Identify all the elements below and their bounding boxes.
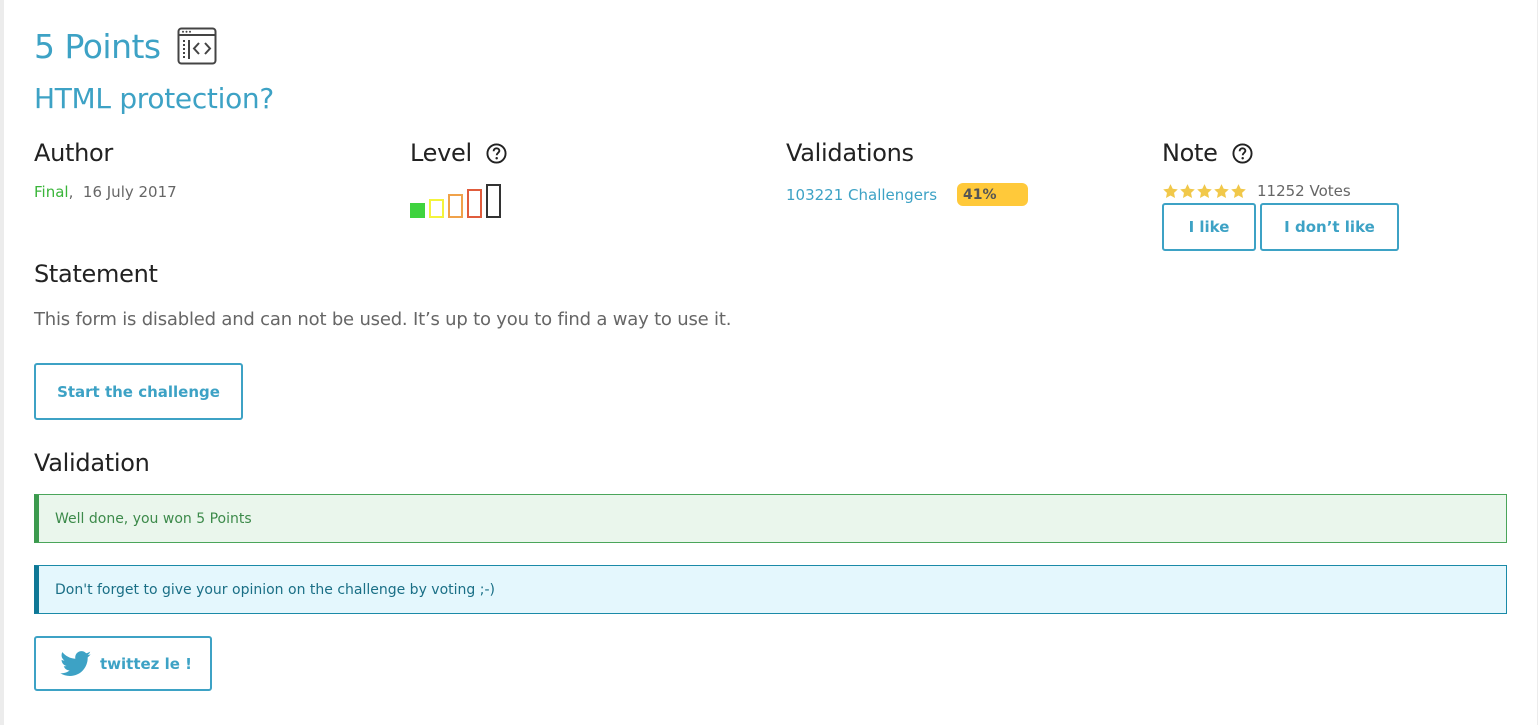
challenge-name[interactable]: HTML protection? <box>34 82 274 115</box>
publication-date: 16 July 2017 <box>82 183 177 201</box>
author-heading: Author <box>34 139 114 167</box>
star-icon <box>1163 183 1178 198</box>
level-bar-1 <box>410 203 425 218</box>
validation-heading: Validation <box>34 449 150 477</box>
level-bar-2 <box>429 199 444 218</box>
note-block: Note 11252 Votes I like I don’t like <box>1162 136 1399 251</box>
star-icon <box>1197 183 1212 198</box>
validations-block: Validations 103221 Challengers 41% <box>786 136 1029 206</box>
level-bar-4 <box>467 189 482 218</box>
question-circle-icon[interactable] <box>1232 142 1253 164</box>
success-alert: Well done, you won 5 Points <box>34 494 1507 543</box>
author-separator: , <box>68 183 74 201</box>
start-challenge-button[interactable]: Start the challenge <box>34 363 243 420</box>
challengers-link[interactable]: 103221 Challengers <box>786 186 937 204</box>
level-bar-3 <box>448 194 463 218</box>
star-icon <box>1214 183 1229 198</box>
statement-heading: Statement <box>34 260 158 288</box>
tweet-button[interactable]: twittez le ! <box>34 636 212 691</box>
note-heading-row: Note <box>1162 136 1399 170</box>
author-link[interactable]: Final <box>34 183 69 201</box>
like-button[interactable]: I like <box>1162 203 1256 251</box>
rating-line: 11252 Votes <box>1162 182 1399 200</box>
points-title: 5 Points <box>34 26 161 66</box>
level-heading: Level <box>410 139 472 167</box>
note-heading: Note <box>1162 139 1218 167</box>
vote-buttons: I like I don’t like <box>1162 203 1399 251</box>
level-heading-row: Level <box>410 136 507 170</box>
twitter-bird-icon <box>60 650 92 676</box>
statement-text: This form is disabled and can not be use… <box>34 309 732 330</box>
challenge-page: 5 Points HTML protection? Author Final, … <box>4 0 1537 725</box>
success-message: Well done, you won 5 Points <box>55 510 252 527</box>
tweet-label: twittez le ! <box>100 654 193 673</box>
challenge-title: 5 Points <box>34 24 217 68</box>
vote-count: 11252 Votes <box>1257 182 1351 200</box>
level-bar-5 <box>486 184 501 218</box>
code-window-icon <box>177 27 217 65</box>
level-block: Level <box>410 136 507 218</box>
info-alert: Don't forget to give your opinion on the… <box>34 565 1507 614</box>
question-circle-icon[interactable] <box>486 142 507 164</box>
validation-percent-badge: 41% <box>957 183 1029 206</box>
validations-heading: Validations <box>786 139 914 167</box>
author-block: Author Final, 16 July 2017 <box>34 136 177 201</box>
rating-stars <box>1162 183 1247 200</box>
dislike-button[interactable]: I don’t like <box>1260 203 1399 251</box>
star-icon <box>1180 183 1195 198</box>
info-message: Don't forget to give your opinion on the… <box>55 581 495 598</box>
star-icon <box>1231 183 1246 198</box>
difficulty-bars <box>410 182 507 218</box>
author-line: Final, 16 July 2017 <box>34 183 177 201</box>
validations-line: 103221 Challengers 41% <box>786 183 1029 206</box>
